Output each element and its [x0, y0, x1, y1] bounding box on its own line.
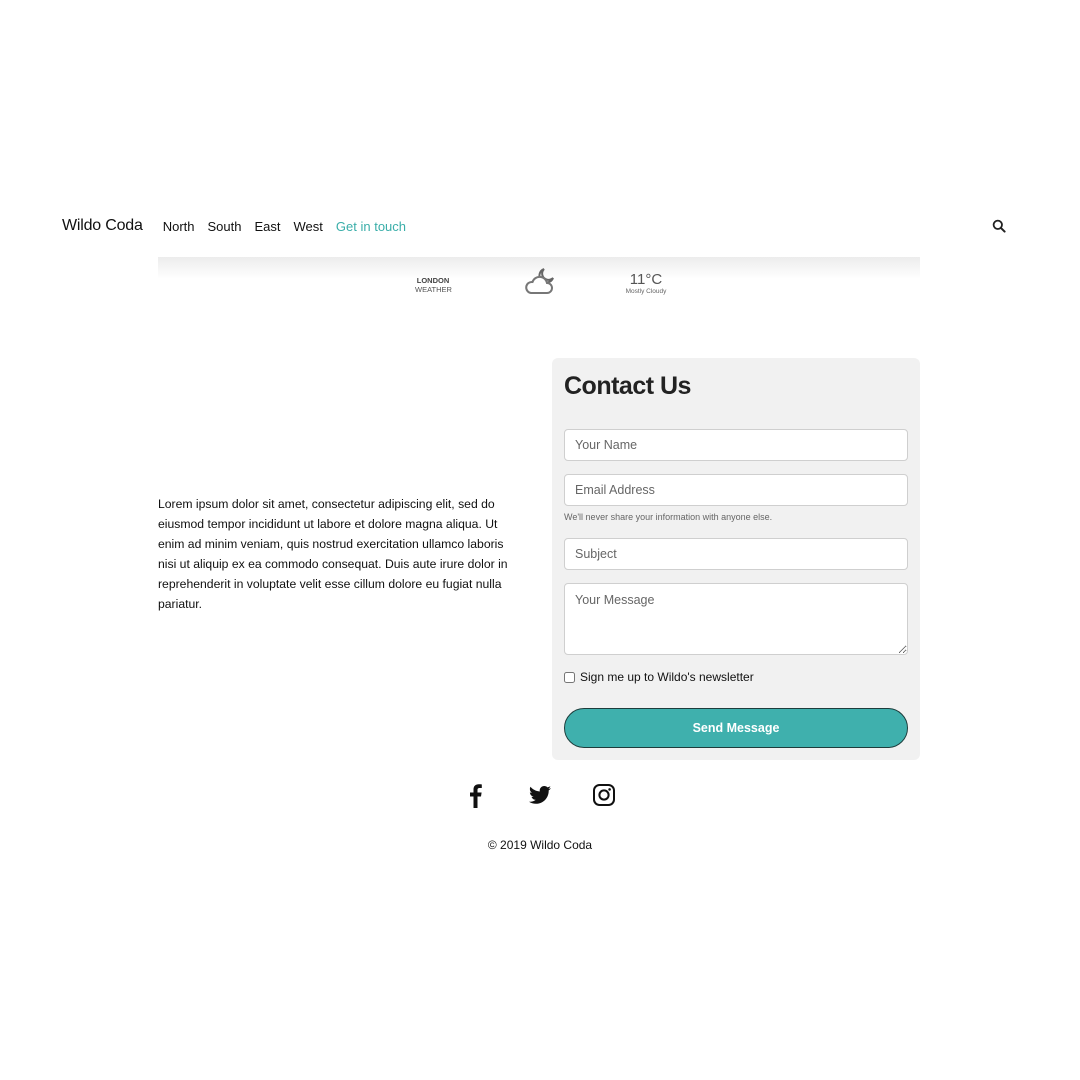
- newsletter-checkbox[interactable]: [564, 671, 575, 683]
- nav-link-north[interactable]: North: [163, 219, 195, 234]
- send-message-button[interactable]: Send Message: [564, 708, 908, 748]
- weather-temperature: 11°C: [629, 271, 663, 288]
- nav-link-south[interactable]: South: [208, 219, 242, 234]
- intro-paragraph: Lorem ipsum dolor sit amet, consectetur …: [158, 497, 508, 611]
- search-icon[interactable]: [992, 219, 1006, 233]
- facebook-icon[interactable]: [464, 782, 488, 808]
- weather-widget: LONDON WEATHER 11°C Mostly Cloudy: [158, 257, 920, 305]
- newsletter-checkbox-row[interactable]: Sign me up to Wildo's newsletter: [564, 670, 754, 684]
- name-input[interactable]: [564, 429, 908, 461]
- instagram-icon[interactable]: [592, 782, 616, 808]
- twitter-icon[interactable]: [528, 782, 552, 808]
- message-textarea[interactable]: [564, 583, 908, 655]
- copyright: © 2019 Wildo Coda: [487, 838, 593, 852]
- partly-cloudy-night-icon: [522, 266, 558, 296]
- weather-temperature-block: 11°C Mostly Cloudy: [621, 271, 671, 295]
- contact-form-card: Contact Us We'll never share your inform…: [552, 358, 920, 760]
- brand-logo[interactable]: Wildo Coda: [62, 217, 143, 235]
- weather-condition: Mostly Cloudy: [625, 288, 667, 295]
- newsletter-label: Sign me up to Wildo's newsletter: [580, 670, 754, 684]
- nav-link-get-in-touch[interactable]: Get in touch: [336, 219, 406, 234]
- weather-label: WEATHER: [415, 285, 452, 294]
- navbar: Wildo Coda North South East West Get in …: [62, 212, 1018, 240]
- weather-location: LONDON WEATHER: [415, 276, 452, 294]
- contact-title: Contact Us: [564, 372, 691, 400]
- social-links: [0, 782, 1080, 808]
- email-input[interactable]: [564, 474, 908, 506]
- nav-link-east[interactable]: East: [255, 219, 281, 234]
- nav-link-west[interactable]: West: [294, 219, 323, 234]
- subject-input[interactable]: [564, 538, 908, 570]
- email-hint: We'll never share your information with …: [564, 512, 773, 522]
- weather-city: LONDON: [416, 276, 450, 285]
